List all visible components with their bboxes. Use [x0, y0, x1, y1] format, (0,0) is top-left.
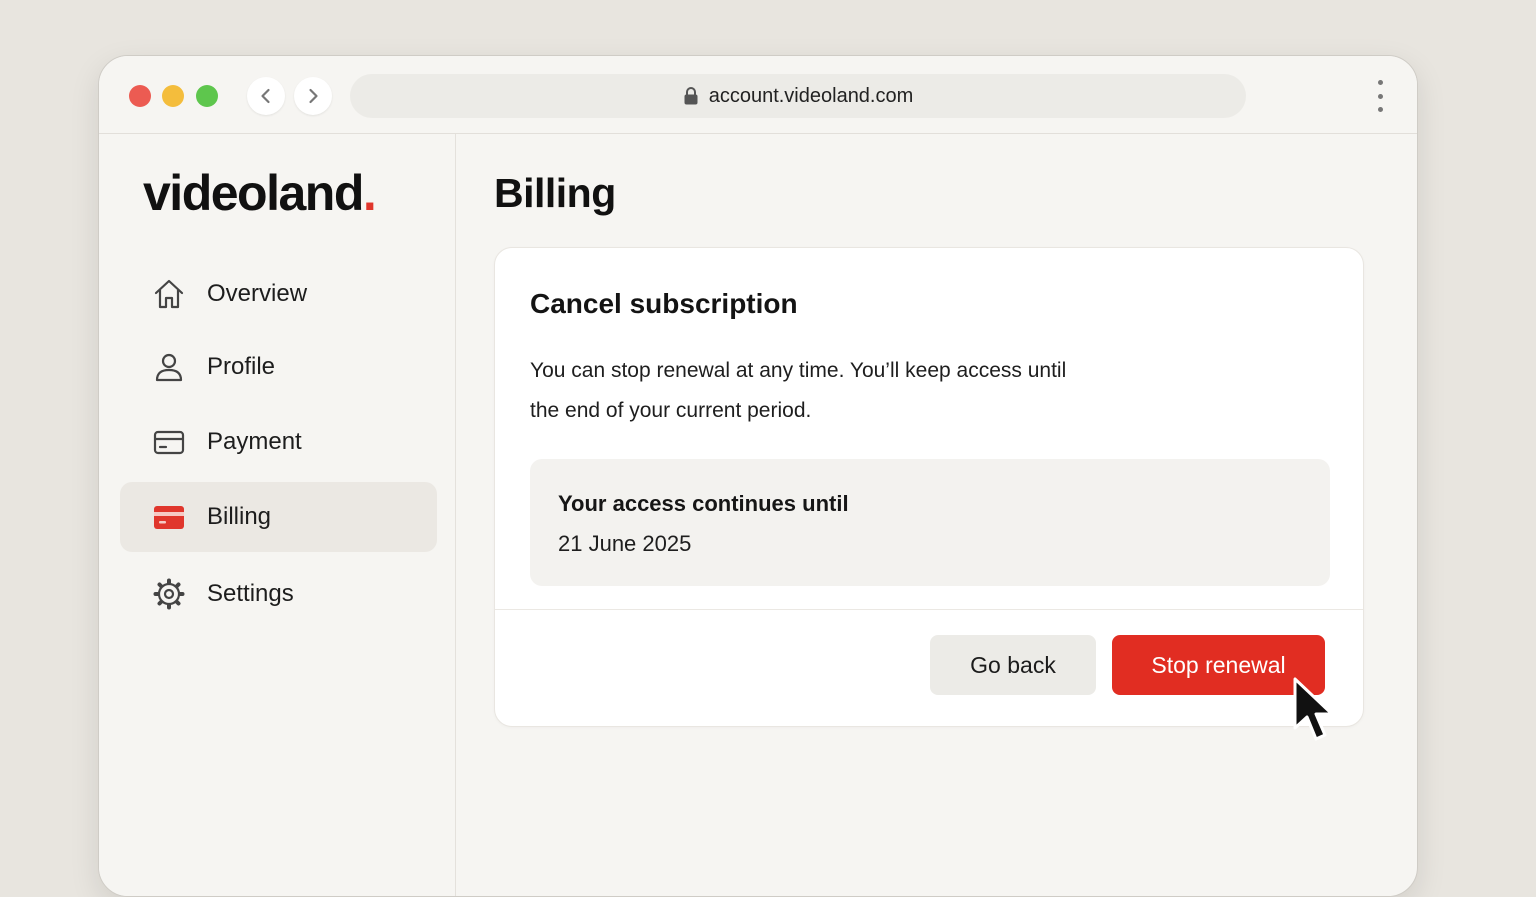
browser-titlebar: account.videoland.com	[99, 56, 1417, 134]
sidebar-item-settings[interactable]: Settings	[120, 559, 437, 629]
browser-window: account.videoland.com videoland. Overvie…	[98, 55, 1418, 897]
sidebar-item-label: Profile	[207, 353, 276, 380]
access-label: Your access continues until	[558, 491, 849, 516]
close-window-button[interactable]	[129, 85, 151, 107]
home-icon	[152, 277, 186, 311]
back-button[interactable]	[247, 77, 285, 115]
sidebar-item-overview[interactable]: Overview	[120, 259, 437, 329]
page-title: Billing	[494, 170, 616, 216]
sidebar-item-label: Billing	[207, 503, 272, 530]
sidebar-item-billing[interactable]: Billing	[120, 482, 437, 552]
lock-icon	[683, 86, 699, 106]
main-content: Billing Cancel subscription You can stop…	[456, 134, 1417, 896]
more-vertical-icon[interactable]	[1375, 80, 1385, 112]
go-back-button[interactable]: Go back	[930, 635, 1096, 695]
url-text: account.videoland.com	[708, 84, 914, 107]
sidebar-item-payment[interactable]: Payment	[120, 407, 437, 477]
card-divider	[495, 609, 1363, 610]
forward-button[interactable]	[294, 77, 332, 115]
sidebar-item-profile[interactable]: Profile	[120, 332, 437, 402]
sidebar-item-label: Overview	[207, 280, 308, 307]
sidebar-item-label: Payment	[207, 428, 302, 455]
gear-icon	[152, 577, 186, 611]
card-title: Cancel subscription	[530, 288, 798, 319]
address-bar[interactable]: account.videoland.com	[350, 74, 1246, 118]
videoland-logo[interactable]: videoland.	[143, 164, 377, 222]
maximize-window-button[interactable]	[196, 85, 218, 107]
minimize-window-button[interactable]	[162, 85, 184, 107]
credit-card-icon	[152, 425, 186, 459]
chevron-left-icon	[261, 88, 270, 104]
card-description: You can stop renewal at any time. You’ll…	[530, 359, 1067, 422]
cancel-subscription-card: Cancel subscription You can stop renewal…	[494, 247, 1364, 727]
stop-renewal-button[interactable]: Stop renewal	[1112, 635, 1325, 695]
user-icon	[152, 350, 186, 384]
billing-card-icon	[152, 500, 186, 534]
access-end-date: 21 June 2025	[558, 531, 692, 556]
chevron-right-icon	[309, 88, 318, 104]
access-info-box: Your access continues until 21 June 2025	[530, 459, 1330, 586]
sidebar: videoland. Overview Profile Payment Bill…	[99, 134, 456, 896]
sidebar-item-label: Settings	[207, 580, 294, 607]
